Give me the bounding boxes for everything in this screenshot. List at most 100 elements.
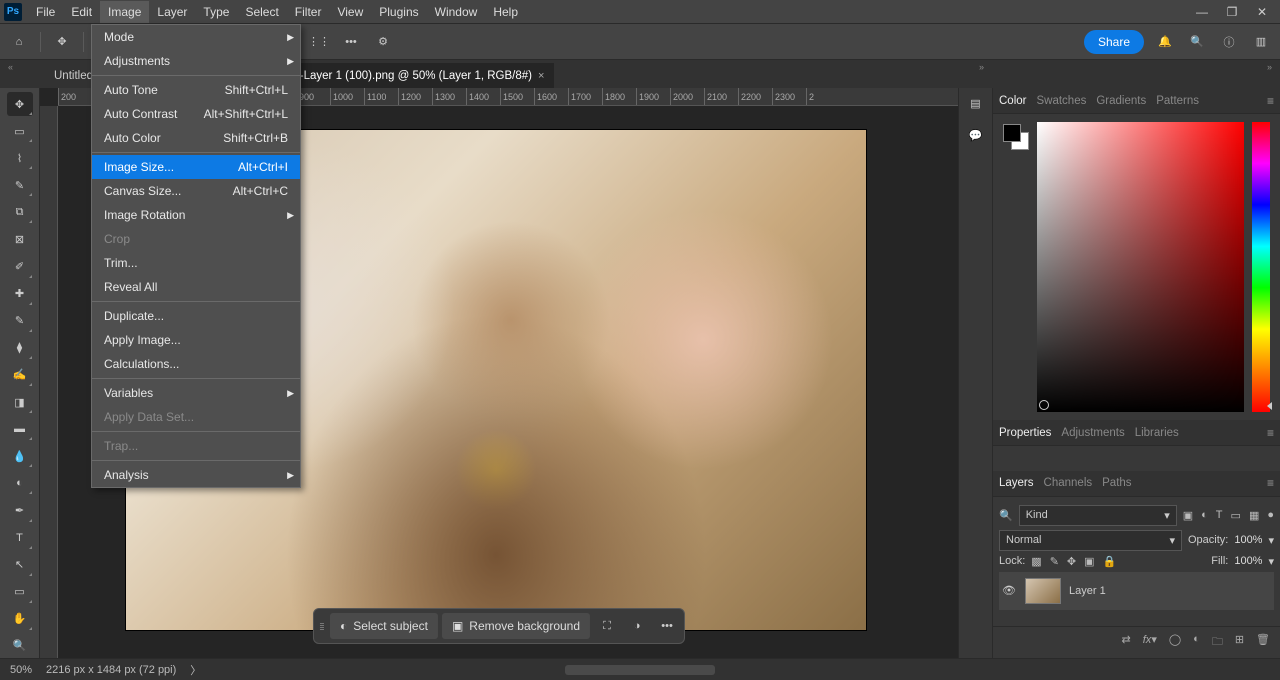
- hue-slider[interactable]: [1252, 122, 1270, 412]
- panel-tab-layers[interactable]: Layers: [999, 472, 1034, 494]
- type-tool[interactable]: T: [7, 526, 33, 550]
- lasso-tool[interactable]: ⌇: [7, 146, 33, 170]
- maximize-button[interactable]: ❐: [1226, 6, 1238, 18]
- filter-type-icon[interactable]: T: [1216, 509, 1223, 521]
- menu-item-reveal-all[interactable]: Reveal All: [92, 275, 300, 299]
- history-brush-tool[interactable]: ✍: [7, 363, 33, 387]
- menu-item-auto-tone[interactable]: Auto ToneShift+Ctrl+L: [92, 78, 300, 102]
- delete-layer-icon[interactable]: 🗑: [1256, 633, 1270, 652]
- settings-gear-icon[interactable]: ⚙: [372, 31, 394, 53]
- gradient-tool[interactable]: ▬: [7, 417, 33, 441]
- menu-item-calculations[interactable]: Calculations...: [92, 352, 300, 376]
- pen-tool[interactable]: ✒: [7, 498, 33, 522]
- panel-tab-patterns[interactable]: Patterns: [1156, 90, 1199, 112]
- menu-filter[interactable]: Filter: [287, 1, 330, 23]
- layer-mask-icon[interactable]: ◯: [1169, 633, 1181, 652]
- menu-view[interactable]: View: [329, 1, 371, 23]
- tab-close-icon[interactable]: ×: [538, 70, 544, 82]
- filter-adjust-icon[interactable]: ◐: [1201, 509, 1208, 521]
- quick-select-tool[interactable]: ✎: [7, 173, 33, 197]
- adjustment-layer-icon[interactable]: ◐: [1193, 633, 1200, 652]
- panel-menu-icon[interactable]: ≡: [1267, 476, 1274, 490]
- menu-item-mode[interactable]: Mode▶: [92, 25, 300, 49]
- panel-tab-color[interactable]: Color: [999, 90, 1026, 112]
- panel-tab-channels[interactable]: Channels: [1044, 472, 1093, 494]
- filter-pixel-icon[interactable]: ▣: [1183, 509, 1193, 522]
- menu-image[interactable]: Image: [100, 1, 149, 23]
- panel-menu-icon[interactable]: ≡: [1267, 94, 1274, 108]
- zoom-tool[interactable]: 🔍: [7, 634, 33, 658]
- zoom-level[interactable]: 50%: [10, 664, 32, 676]
- shape-tool[interactable]: ▭: [7, 580, 33, 604]
- panel-tab-paths[interactable]: Paths: [1102, 472, 1131, 494]
- layer-fx-icon[interactable]: fx▾: [1143, 633, 1157, 652]
- blend-mode-select[interactable]: Normal▾: [999, 530, 1182, 551]
- link-layers-icon[interactable]: ⇄: [1122, 633, 1131, 652]
- menu-window[interactable]: Window: [427, 1, 486, 23]
- dodge-tool[interactable]: ◐: [7, 471, 33, 495]
- healing-brush-tool[interactable]: ✚: [7, 282, 33, 306]
- menu-item-image-rotation[interactable]: Image Rotation▶: [92, 203, 300, 227]
- drag-grip-icon[interactable]: [318, 621, 326, 632]
- minimize-button[interactable]: —: [1196, 6, 1208, 18]
- panel-menu-icon[interactable]: ≡: [1267, 426, 1274, 440]
- libraries-strip-icon[interactable]: ▤: [965, 92, 987, 114]
- panel-collapse-icon[interactable]: »: [1267, 62, 1272, 72]
- right-collapse-icon[interactable]: »: [979, 62, 984, 72]
- menu-item-variables[interactable]: Variables▶: [92, 381, 300, 405]
- eraser-tool[interactable]: ◨: [7, 390, 33, 414]
- share-button[interactable]: Share: [1084, 30, 1144, 54]
- new-layer-icon[interactable]: ⊞: [1235, 633, 1244, 652]
- blur-tool[interactable]: 💧: [7, 444, 33, 468]
- menu-select[interactable]: Select: [237, 1, 286, 23]
- notifications-bell-icon[interactable]: 🔔: [1154, 31, 1176, 53]
- panel-tab-libraries[interactable]: Libraries: [1135, 422, 1179, 444]
- panel-tab-adjustments[interactable]: Adjustments: [1061, 422, 1124, 444]
- left-collapse-icon[interactable]: «: [8, 62, 13, 72]
- menu-item-adjustments[interactable]: Adjustments▶: [92, 49, 300, 73]
- clone-stamp-tool[interactable]: ⧫: [7, 336, 33, 360]
- menu-edit[interactable]: Edit: [63, 1, 100, 23]
- filter-smart-icon[interactable]: ▦: [1249, 509, 1259, 522]
- adjustment-icon[interactable]: ◑: [624, 613, 650, 639]
- menu-item-canvas-size[interactable]: Canvas Size...Alt+Ctrl+C: [92, 179, 300, 203]
- lock-all-icon[interactable]: 🔒: [1103, 555, 1117, 568]
- layer-row[interactable]: 👁 Layer 1: [999, 572, 1274, 610]
- menu-item-image-size[interactable]: Image Size...Alt+Ctrl+I: [92, 155, 300, 179]
- lock-transparent-icon[interactable]: ▩: [1031, 555, 1041, 568]
- marquee-tool[interactable]: ▭: [7, 119, 33, 143]
- close-window-button[interactable]: ✕: [1256, 6, 1268, 18]
- horizontal-scrollbar[interactable]: [565, 665, 715, 675]
- menu-plugins[interactable]: Plugins: [371, 1, 426, 23]
- crop-tool[interactable]: ⧉: [7, 200, 33, 224]
- hand-tool[interactable]: ✋: [7, 607, 33, 631]
- opacity-value[interactable]: 100%: [1234, 534, 1262, 546]
- help-icon[interactable]: ⓘ: [1218, 31, 1240, 53]
- filter-toggle-icon[interactable]: ●: [1267, 509, 1274, 521]
- move-tool-icon[interactable]: ✥: [51, 31, 73, 53]
- group-layers-icon[interactable]: 🗀: [1212, 633, 1223, 652]
- distribute-icon[interactable]: ⋮⋮: [308, 31, 330, 53]
- brush-tool[interactable]: ✎: [7, 309, 33, 333]
- panel-tab-swatches[interactable]: Swatches: [1036, 90, 1086, 112]
- menu-item-apply-image[interactable]: Apply Image...: [92, 328, 300, 352]
- menu-item-auto-contrast[interactable]: Auto ContrastAlt+Shift+Ctrl+L: [92, 102, 300, 126]
- lock-paint-icon[interactable]: ✎: [1050, 555, 1059, 568]
- comments-strip-icon[interactable]: 💬: [965, 124, 987, 146]
- menu-item-trim[interactable]: Trim...: [92, 251, 300, 275]
- remove-background-button[interactable]: ▣Remove background: [442, 613, 590, 639]
- more-options-icon[interactable]: •••: [340, 31, 362, 53]
- panel-tab-properties[interactable]: Properties: [999, 422, 1051, 444]
- color-picker[interactable]: [1037, 122, 1244, 412]
- menu-item-duplicate[interactable]: Duplicate...: [92, 304, 300, 328]
- menu-help[interactable]: Help: [485, 1, 526, 23]
- move-tool[interactable]: ✥: [7, 92, 33, 116]
- more-icon[interactable]: •••: [654, 613, 680, 639]
- select-subject-button[interactable]: ◐Select subject: [330, 613, 438, 639]
- menu-layer[interactable]: Layer: [149, 1, 195, 23]
- foreground-background-swatch[interactable]: [1003, 124, 1029, 150]
- menu-type[interactable]: Type: [195, 1, 237, 23]
- layer-visibility-icon[interactable]: 👁: [1001, 584, 1017, 597]
- eyedropper-tool[interactable]: ✐: [7, 255, 33, 279]
- filter-shape-icon[interactable]: ▭: [1231, 509, 1241, 522]
